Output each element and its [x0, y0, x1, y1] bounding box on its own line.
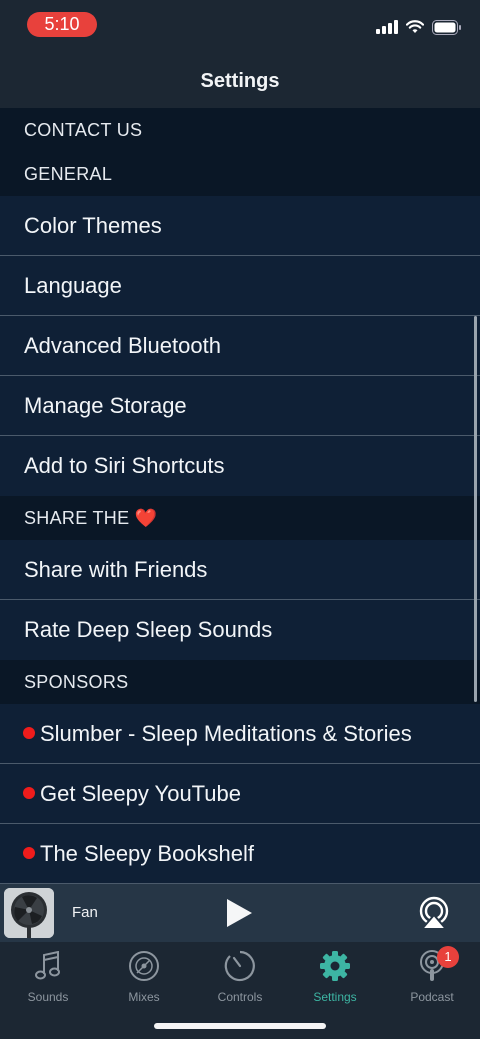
tab-label: Controls: [217, 990, 263, 1004]
now-playing-bar[interactable]: Fan: [0, 884, 480, 942]
album-art-fan[interactable]: [4, 888, 54, 938]
fan-image-icon: [4, 888, 54, 938]
section-contact-us[interactable]: CONTACT US: [0, 108, 480, 152]
settings-list[interactable]: CONTACT US GENERAL Color Themes Language…: [0, 108, 480, 884]
tab-settings[interactable]: Settings: [287, 948, 383, 1004]
row-sponsor-slumber[interactable]: Slumber - Sleep Meditations & Stories: [0, 704, 480, 764]
row-color-themes[interactable]: Color Themes: [0, 196, 480, 256]
tab-podcast[interactable]: Podcast 1: [384, 946, 480, 1004]
row-siri-shortcuts[interactable]: Add to Siri Shortcuts: [0, 436, 480, 496]
wifi-icon: [406, 20, 424, 33]
tab-label: Settings: [313, 990, 357, 1004]
sponsor-dot-icon: [23, 847, 35, 860]
row-rate-app[interactable]: Rate Deep Sleep Sounds: [0, 600, 480, 660]
row-sponsor-bookshelf[interactable]: The Sleepy Bookshelf: [0, 824, 480, 884]
nav-header: Settings: [0, 54, 480, 108]
disc-icon: [129, 951, 159, 981]
row-manage-storage[interactable]: Manage Storage: [0, 376, 480, 436]
status-time: 5:10: [27, 12, 97, 37]
sponsor-label: Get Sleepy YouTube: [40, 781, 242, 806]
row-advanced-bluetooth[interactable]: Advanced Bluetooth: [0, 316, 480, 376]
music-note-icon: [35, 951, 60, 980]
battery-icon: [432, 19, 461, 35]
section-general-header: GENERAL: [0, 152, 480, 196]
track-title: Fan: [72, 904, 98, 921]
row-sponsor-youtube[interactable]: Get Sleepy YouTube: [0, 764, 480, 824]
cellular-signal-icon: [376, 20, 398, 34]
page-title: Settings: [200, 70, 280, 92]
notification-badge: 1: [437, 946, 459, 968]
tab-controls[interactable]: Controls: [192, 948, 288, 1004]
scroll-indicator[interactable]: [474, 316, 477, 702]
row-share-friends[interactable]: Share with Friends: [0, 540, 480, 600]
sponsor-dot-icon: [23, 787, 35, 800]
section-sponsors-header: SPONSORS: [0, 660, 480, 704]
heart-icon: ❤️: [134, 508, 158, 528]
sponsor-label: The Sleepy Bookshelf: [40, 841, 255, 866]
gear-icon: [320, 951, 350, 981]
airplay-icon[interactable]: [416, 895, 452, 931]
section-share-label: SHARE THE: [24, 508, 130, 528]
home-indicator[interactable]: [154, 1023, 326, 1029]
tab-label: Podcast: [410, 990, 454, 1004]
tab-sounds[interactable]: Sounds: [0, 948, 96, 1004]
tab-label: Sounds: [27, 990, 69, 1004]
sponsor-dot-icon: [23, 727, 35, 740]
section-share-header: SHARE THE ❤️: [0, 496, 480, 540]
timer-icon: [224, 950, 255, 982]
tab-label: Mixes: [128, 990, 160, 1004]
tab-bar: Sounds Mixes Controls Settings Podcast 1: [0, 942, 480, 1039]
status-icons: [376, 17, 462, 37]
tab-mixes[interactable]: Mixes: [96, 948, 192, 1004]
play-button[interactable]: [225, 898, 253, 928]
sponsor-label: Slumber - Sleep Meditations & Stories: [40, 721, 412, 746]
status-bar: 5:10: [0, 0, 480, 54]
row-language[interactable]: Language: [0, 256, 480, 316]
